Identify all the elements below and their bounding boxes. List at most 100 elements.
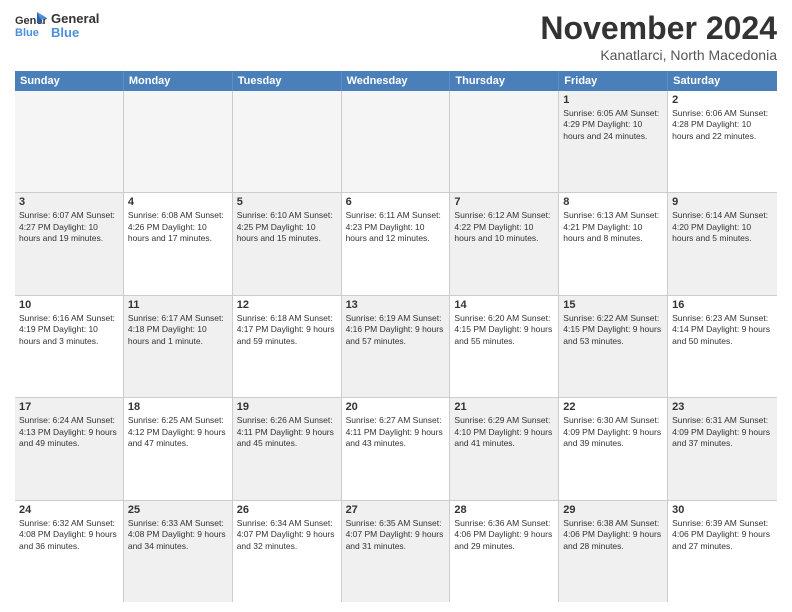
day-number: 4 xyxy=(128,196,228,208)
calendar-cell: 2 Sunrise: 6:06 AM Sunset: 4:28 PM Daylig… xyxy=(668,91,777,192)
day-info: Sunrise: 6:05 AM Sunset: 4:29 PM Dayligh… xyxy=(563,108,663,142)
calendar-cell: 25 Sunrise: 6:33 AM Sunset: 4:08 PM Dayli… xyxy=(124,501,233,602)
day-number: 23 xyxy=(672,401,773,413)
calendar-cell: 24 Sunrise: 6:32 AM Sunset: 4:08 PM Dayli… xyxy=(15,501,124,602)
day-info: Sunrise: 6:06 AM Sunset: 4:28 PM Dayligh… xyxy=(672,108,773,142)
day-info: Sunrise: 6:36 AM Sunset: 4:06 PM Dayligh… xyxy=(454,518,554,552)
day-info: Sunrise: 6:11 AM Sunset: 4:23 PM Dayligh… xyxy=(346,210,446,244)
calendar-cell: 23 Sunrise: 6:31 AM Sunset: 4:09 PM Dayli… xyxy=(668,398,777,499)
calendar-body: 1 Sunrise: 6:05 AM Sunset: 4:29 PM Daylig… xyxy=(15,91,777,602)
day-number: 21 xyxy=(454,401,554,413)
day-info: Sunrise: 6:24 AM Sunset: 4:13 PM Dayligh… xyxy=(19,415,119,449)
day-number: 19 xyxy=(237,401,337,413)
day-info: Sunrise: 6:16 AM Sunset: 4:19 PM Dayligh… xyxy=(19,313,119,347)
day-info: Sunrise: 6:35 AM Sunset: 4:07 PM Dayligh… xyxy=(346,518,446,552)
calendar-cell xyxy=(124,91,233,192)
calendar-row: 24 Sunrise: 6:32 AM Sunset: 4:08 PM Dayli… xyxy=(15,501,777,602)
calendar-cell: 1 Sunrise: 6:05 AM Sunset: 4:29 PM Daylig… xyxy=(559,91,668,192)
calendar-cell: 19Sunrise: 6:26 AM Sunset: 4:11 PM Dayli… xyxy=(233,398,342,499)
calendar-row: 3 Sunrise: 6:07 AM Sunset: 4:27 PM Daylig… xyxy=(15,193,777,295)
calendar-cell: 3 Sunrise: 6:07 AM Sunset: 4:27 PM Daylig… xyxy=(15,193,124,294)
day-number: 16 xyxy=(672,299,773,311)
day-number: 28 xyxy=(454,504,554,516)
weekday-header: Sunday xyxy=(15,71,124,91)
day-info: Sunrise: 6:22 AM Sunset: 4:15 PM Dayligh… xyxy=(563,313,663,347)
day-number: 30 xyxy=(672,504,773,516)
day-number: 6 xyxy=(346,196,446,208)
header: General Blue General Blue November 2024 … xyxy=(15,10,777,63)
calendar-cell: 6 Sunrise: 6:11 AM Sunset: 4:23 PM Daylig… xyxy=(342,193,451,294)
calendar-cell: 10Sunrise: 6:16 AM Sunset: 4:19 PM Dayli… xyxy=(15,296,124,397)
day-info: Sunrise: 6:29 AM Sunset: 4:10 PM Dayligh… xyxy=(454,415,554,449)
day-number: 18 xyxy=(128,401,228,413)
calendar-cell: 30Sunrise: 6:39 AM Sunset: 4:06 PM Dayli… xyxy=(668,501,777,602)
calendar-cell: 29Sunrise: 6:38 AM Sunset: 4:06 PM Dayli… xyxy=(559,501,668,602)
day-info: Sunrise: 6:12 AM Sunset: 4:22 PM Dayligh… xyxy=(454,210,554,244)
calendar-cell xyxy=(233,91,342,192)
day-number: 1 xyxy=(563,94,663,106)
calendar-cell xyxy=(450,91,559,192)
calendar-cell xyxy=(15,91,124,192)
day-info: Sunrise: 6:31 AM Sunset: 4:09 PM Dayligh… xyxy=(672,415,773,449)
day-info: Sunrise: 6:32 AM Sunset: 4:08 PM Dayligh… xyxy=(19,518,119,552)
logo-line2: Blue xyxy=(51,26,99,40)
day-number: 9 xyxy=(672,196,773,208)
calendar-cell: 12Sunrise: 6:18 AM Sunset: 4:17 PM Dayli… xyxy=(233,296,342,397)
location: Kanatlarci, North Macedonia xyxy=(540,47,777,63)
day-info: Sunrise: 6:30 AM Sunset: 4:09 PM Dayligh… xyxy=(563,415,663,449)
logo: General Blue General Blue xyxy=(15,10,99,42)
calendar-cell: 28 Sunrise: 6:36 AM Sunset: 4:06 PM Dayli… xyxy=(450,501,559,602)
day-number: 2 xyxy=(672,94,773,106)
day-info: Sunrise: 6:14 AM Sunset: 4:20 PM Dayligh… xyxy=(672,210,773,244)
weekday-header: Thursday xyxy=(450,71,559,91)
day-info: Sunrise: 6:08 AM Sunset: 4:26 PM Dayligh… xyxy=(128,210,228,244)
day-number: 12 xyxy=(237,299,337,311)
month-title: November 2024 xyxy=(540,10,777,47)
calendar-cell: 22 Sunrise: 6:30 AM Sunset: 4:09 PM Dayli… xyxy=(559,398,668,499)
day-info: Sunrise: 6:33 AM Sunset: 4:08 PM Dayligh… xyxy=(128,518,228,552)
calendar-row: 17 Sunrise: 6:24 AM Sunset: 4:13 PM Dayli… xyxy=(15,398,777,500)
day-info: Sunrise: 6:27 AM Sunset: 4:11 PM Dayligh… xyxy=(346,415,446,449)
logo-line1: General xyxy=(51,12,99,26)
day-info: Sunrise: 6:23 AM Sunset: 4:14 PM Dayligh… xyxy=(672,313,773,347)
calendar-header: SundayMondayTuesdayWednesdayThursdayFrid… xyxy=(15,71,777,91)
day-info: Sunrise: 6:19 AM Sunset: 4:16 PM Dayligh… xyxy=(346,313,446,347)
day-number: 29 xyxy=(563,504,663,516)
calendar-cell: 9 Sunrise: 6:14 AM Sunset: 4:20 PM Daylig… xyxy=(668,193,777,294)
day-number: 15 xyxy=(563,299,663,311)
day-number: 24 xyxy=(19,504,119,516)
weekday-header: Tuesday xyxy=(233,71,342,91)
day-number: 25 xyxy=(128,504,228,516)
calendar-cell: 4 Sunrise: 6:08 AM Sunset: 4:26 PM Daylig… xyxy=(124,193,233,294)
calendar-cell xyxy=(342,91,451,192)
logo-icon: General Blue xyxy=(15,10,47,42)
calendar-cell: 27 Sunrise: 6:35 AM Sunset: 4:07 PM Dayli… xyxy=(342,501,451,602)
calendar-row: 1 Sunrise: 6:05 AM Sunset: 4:29 PM Daylig… xyxy=(15,91,777,193)
day-number: 22 xyxy=(563,401,663,413)
day-info: Sunrise: 6:34 AM Sunset: 4:07 PM Dayligh… xyxy=(237,518,337,552)
day-info: Sunrise: 6:25 AM Sunset: 4:12 PM Dayligh… xyxy=(128,415,228,449)
weekday-header: Monday xyxy=(124,71,233,91)
calendar-row: 10Sunrise: 6:16 AM Sunset: 4:19 PM Dayli… xyxy=(15,296,777,398)
calendar-cell: 18 Sunrise: 6:25 AM Sunset: 4:12 PM Dayli… xyxy=(124,398,233,499)
calendar-cell: 20Sunrise: 6:27 AM Sunset: 4:11 PM Dayli… xyxy=(342,398,451,499)
day-info: Sunrise: 6:17 AM Sunset: 4:18 PM Dayligh… xyxy=(128,313,228,347)
day-number: 17 xyxy=(19,401,119,413)
calendar-cell: 21 Sunrise: 6:29 AM Sunset: 4:10 PM Dayli… xyxy=(450,398,559,499)
day-number: 7 xyxy=(454,196,554,208)
day-number: 3 xyxy=(19,196,119,208)
calendar-cell: 15 Sunrise: 6:22 AM Sunset: 4:15 PM Dayli… xyxy=(559,296,668,397)
calendar-cell: 26Sunrise: 6:34 AM Sunset: 4:07 PM Dayli… xyxy=(233,501,342,602)
calendar-cell: 11Sunrise: 6:17 AM Sunset: 4:18 PM Dayli… xyxy=(124,296,233,397)
day-info: Sunrise: 6:10 AM Sunset: 4:25 PM Dayligh… xyxy=(237,210,337,244)
day-info: Sunrise: 6:07 AM Sunset: 4:27 PM Dayligh… xyxy=(19,210,119,244)
calendar-cell: 16 Sunrise: 6:23 AM Sunset: 4:14 PM Dayli… xyxy=(668,296,777,397)
day-number: 5 xyxy=(237,196,337,208)
calendar-cell: 17 Sunrise: 6:24 AM Sunset: 4:13 PM Dayli… xyxy=(15,398,124,499)
calendar-cell: 8Sunrise: 6:13 AM Sunset: 4:21 PM Daylig… xyxy=(559,193,668,294)
day-number: 27 xyxy=(346,504,446,516)
weekday-header: Wednesday xyxy=(342,71,451,91)
weekday-header: Saturday xyxy=(668,71,777,91)
weekday-header: Friday xyxy=(559,71,668,91)
day-number: 8 xyxy=(563,196,663,208)
